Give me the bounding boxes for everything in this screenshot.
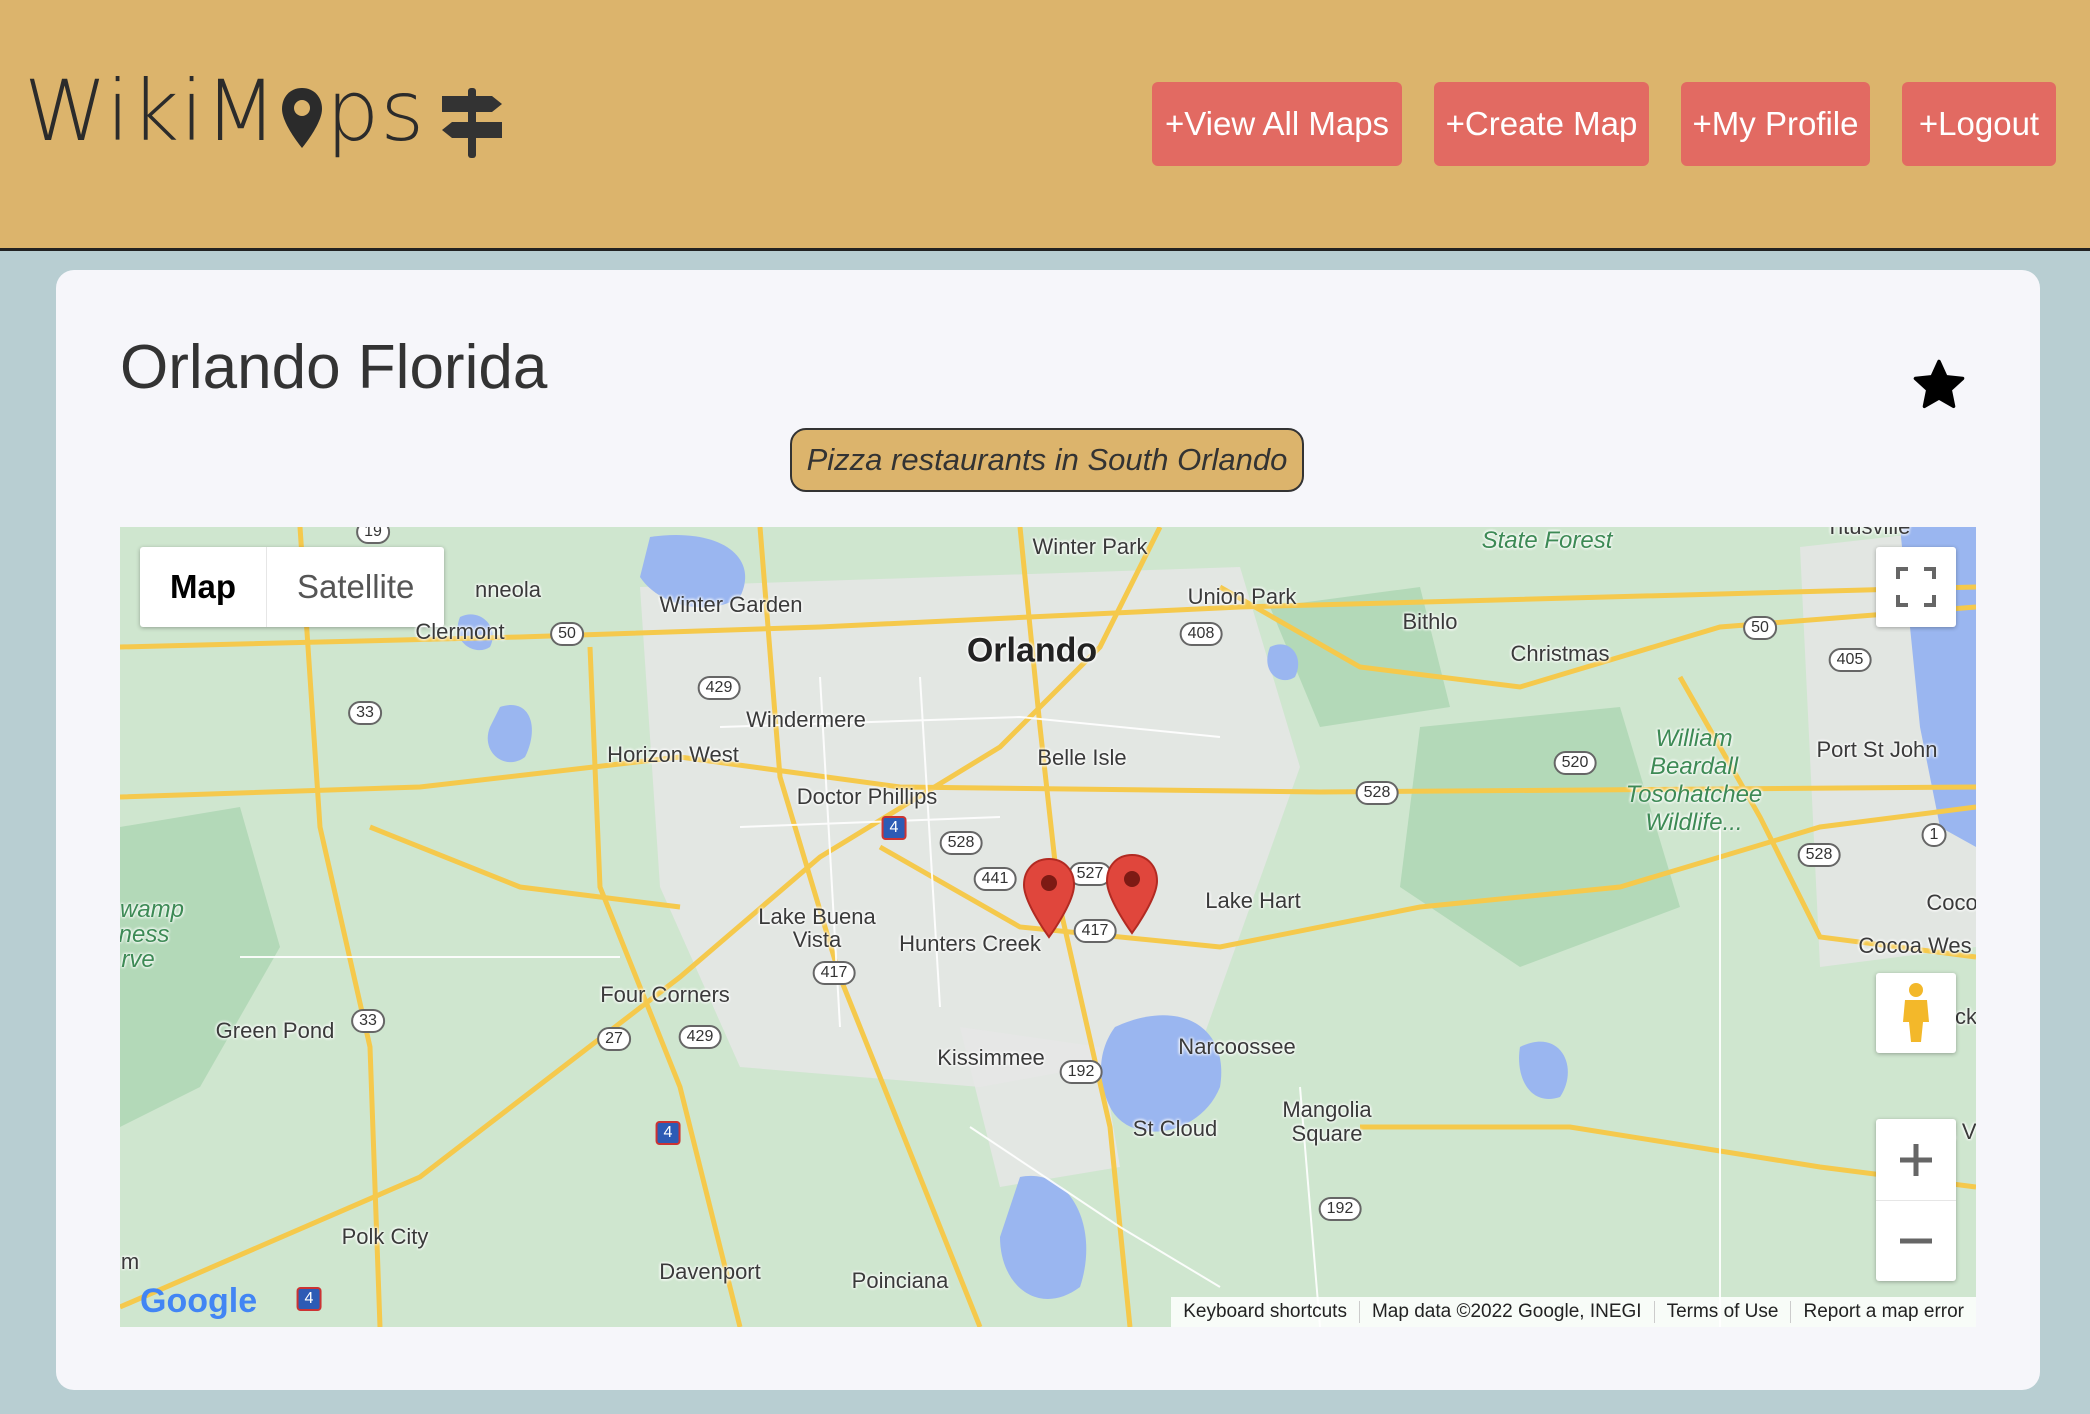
route-shield: 429 [697, 676, 741, 700]
signpost-icon [442, 88, 502, 158]
route-shield: 429 [678, 1025, 722, 1049]
map-label-mangolia-2: Square [1291, 1121, 1363, 1146]
map-label-winter-park: Winter Park [1032, 534, 1148, 559]
map-label-swamp-1: wamp [120, 896, 185, 923]
route-shield: 405 [1828, 648, 1872, 672]
map-label-swamp-3: rve [121, 946, 155, 973]
map-label-edge-ck: ck [1955, 1004, 1976, 1029]
route-shield: 50 [550, 622, 584, 646]
map-label-wb-2: Beardall [1649, 753, 1739, 780]
map-label-orlando: Orlando [966, 631, 1098, 670]
route-shield: 19 [356, 527, 390, 544]
interstate-shield: 4 [296, 1287, 322, 1311]
map-label-cocoa-west: Cocoa Wes [1858, 933, 1972, 958]
route-shield: 50 [1743, 616, 1777, 640]
route-shield: 27 [597, 1027, 631, 1051]
interstate-shield: 4 [881, 816, 907, 840]
map-label-titusville: Titusville [1826, 527, 1911, 540]
minus-icon [1900, 1238, 1932, 1243]
map-label-four-corners: Four Corners [600, 982, 730, 1007]
route-shield: 408 [1179, 622, 1223, 646]
route-shield: 528 [939, 831, 983, 855]
map-marker-icon[interactable] [1022, 857, 1076, 939]
logo-text-right: ps [326, 62, 426, 160]
map-label-doctor-phillips: Doctor Phillips [796, 784, 938, 809]
map-data-attribution: Map data ©2022 Google, INEGI [1358, 1301, 1654, 1323]
map-label-belle-isle: Belle Isle [1037, 745, 1127, 770]
map-label-lake-hart: Lake Hart [1205, 888, 1301, 913]
map-label-lake-buena-vista-2: Vista [792, 927, 842, 952]
route-shield: 441 [973, 867, 1017, 891]
logout-button[interactable]: +Logout [1902, 82, 2056, 166]
map-type-map-button[interactable]: Map [140, 547, 267, 627]
route-shield: 1 [1921, 823, 1947, 847]
fullscreen-button[interactable] [1876, 547, 1956, 627]
create-map-button[interactable]: +Create Map [1434, 82, 1649, 166]
map-label-swamp-2: ness [120, 921, 170, 948]
route-shield: 528 [1355, 781, 1399, 805]
map-footer: Keyboard shortcuts Map data ©2022 Google… [1171, 1297, 1976, 1327]
plus-icon [1900, 1143, 1932, 1176]
wikimaps-logo[interactable]: WikiM ps [24, 62, 425, 160]
map-label-wb-4: Wildlife... [1645, 809, 1743, 836]
map-label-horizon-west: Horizon West [607, 742, 739, 767]
fullscreen-icon [1896, 567, 1936, 607]
map-label-green-pond: Green Pond [215, 1018, 335, 1043]
map-type-toggle: Map Satellite [140, 547, 445, 627]
map-label-bithlo: Bithlo [1402, 609, 1458, 634]
map-marker-icon[interactable] [1105, 853, 1159, 935]
map-label-cocoa: Coco [1926, 890, 1976, 915]
zoom-control [1876, 1119, 1956, 1281]
map-type-satellite-button[interactable]: Satellite [267, 547, 444, 627]
map-label-st-cloud: St Cloud [1132, 1116, 1218, 1141]
google-logo-text: Google [140, 1282, 258, 1320]
interstate-shield: 4 [655, 1121, 681, 1145]
google-logo[interactable]: Google [140, 1282, 257, 1321]
map-label-wb-3: Tosohatchee [1625, 781, 1763, 808]
route-shield: 417 [812, 961, 856, 985]
map-label-edge-m: m [120, 1249, 140, 1274]
map-label-davenport: Davenport [659, 1259, 761, 1284]
map-label-narcoossee: Narcoossee [1178, 1034, 1296, 1059]
view-all-maps-button[interactable]: +View All Maps [1152, 82, 1402, 166]
map-label-kissimmee: Kissimmee [937, 1045, 1045, 1070]
map-label-union-park: Union Park [1187, 584, 1297, 609]
route-shield: 520 [1553, 751, 1597, 775]
map-label-poinciana: Poinciana [851, 1268, 949, 1293]
map-label-winter-garden: Winter Garden [659, 592, 803, 617]
route-shield: 33 [348, 701, 382, 725]
favorite-star-icon[interactable] [1912, 358, 1966, 412]
map-label-clermont: Clermont [415, 619, 505, 644]
map-label-polk-city: Polk City [341, 1224, 429, 1249]
map-description-badge: Pizza restaurants in South Orlando [790, 428, 1304, 492]
logo-text-left: WikiM [24, 62, 279, 160]
route-shield: 33 [351, 1009, 385, 1033]
map-label-wb-1: William [1655, 725, 1733, 752]
zoom-in-button[interactable] [1876, 1120, 1956, 1201]
street-view-pegman-button[interactable] [1876, 973, 1956, 1053]
map-label-mangolia-1: Mangolia [1282, 1097, 1372, 1122]
pegman-icon [1903, 983, 1929, 1042]
my-profile-button[interactable]: +My Profile [1681, 82, 1870, 166]
logo-pin-icon [282, 88, 323, 148]
map-label-minneola: nneola [474, 577, 542, 602]
google-map[interactable]: Map Satellite Orlando Winter Park Winter… [120, 527, 1976, 1327]
map-card: Orlando Florida Pizza restaurants in Sou… [56, 270, 2040, 1390]
zoom-out-button[interactable] [1876, 1201, 1956, 1281]
report-map-error-link[interactable]: Report a map error [1790, 1301, 1976, 1323]
keyboard-shortcuts-link[interactable]: Keyboard shortcuts [1171, 1301, 1359, 1323]
map-label-hunters-creek: Hunters Creek [899, 931, 1041, 956]
map-label-christmas: Christmas [1510, 641, 1610, 666]
terms-of-use-link[interactable]: Terms of Use [1653, 1301, 1791, 1323]
route-shield: 192 [1059, 1060, 1103, 1084]
route-shield: 528 [1797, 843, 1841, 867]
map-title: Orlando Florida [120, 333, 548, 402]
route-shield: 192 [1318, 1197, 1362, 1221]
header-bar: WikiM ps +View All Maps +Create Map +My … [0, 0, 2090, 251]
map-label-port-st-john: Port St John [1816, 737, 1938, 762]
map-label-state-forest: State Forest [1481, 527, 1613, 554]
map-label-windermere: Windermere [746, 707, 866, 732]
